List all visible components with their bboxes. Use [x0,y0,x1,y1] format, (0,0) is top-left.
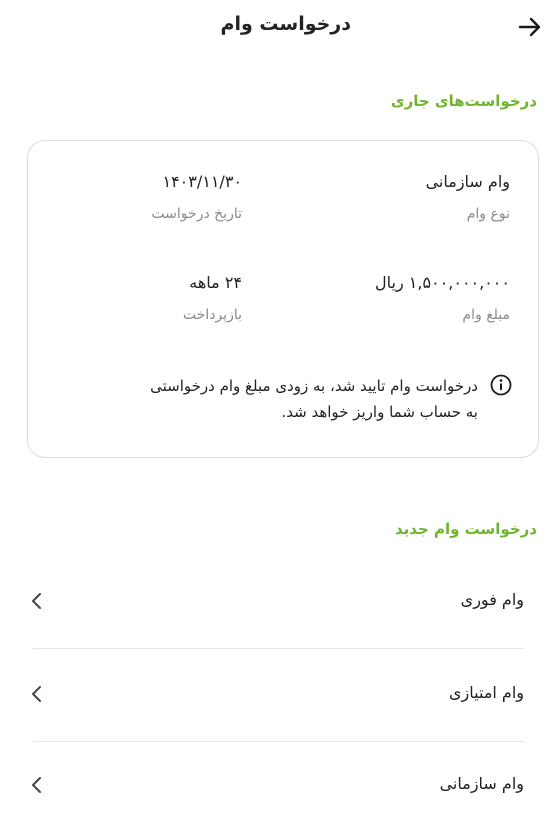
request-date-value: ۱۴۰۳/۱۱/۳۰ [162,172,242,191]
repayment-label: بازپرداخت [182,307,242,323]
arrow-right-icon [518,17,541,37]
loan-amount-label: مبلغ وام [462,307,510,323]
back-button[interactable] [515,12,545,42]
request-date-label: تاریخ درخواست [151,206,242,222]
new-request-title: درخواست وام جدید [395,520,537,538]
status-note: درخواست وام تایید شد، به زودی مبلغ وام د… [82,373,512,425]
status-note-line-1: درخواست وام تایید شد، به زودی مبلغ وام د… [150,377,478,395]
option-instant-loan[interactable]: وام فوری [32,556,524,648]
chevron-left-icon [32,777,41,793]
option-privilege-loan[interactable]: وام امتیازی [32,649,524,741]
status-note-line-2: به حساب شما واریز خواهد شد. [281,403,478,421]
loan-type-label: نوع وام [466,206,510,222]
status-note-text: درخواست وام تایید شد، به زودی مبلغ وام د… [150,373,478,425]
loan-amount-value: ۱,۵۰۰,۰۰۰,۰۰۰ ریال [375,273,510,292]
info-circle-icon [490,374,512,396]
option-label: وام فوری [460,590,524,609]
request-date-field: ۱۴۰۳/۱۱/۳۰ تاریخ درخواست [151,171,242,223]
current-request-card: وام سازمانی نوع وام ۱۴۰۳/۱۱/۳۰ تاریخ درخ… [27,140,539,458]
option-label: وام امتیازی [449,683,524,702]
app-header: درخواست وام [0,0,557,56]
current-requests-title: درخواست‌های جاری [390,92,537,110]
page-title: درخواست وام [220,13,351,35]
loan-type-value: وام سازمانی [425,172,510,191]
loan-amount-field: ۱,۵۰۰,۰۰۰,۰۰۰ ریال مبلغ وام [375,272,510,324]
repayment-value: ۲۴ ماهه [189,273,242,292]
option-label: وام سازمانی [439,774,524,793]
option-organizational-loan[interactable]: وام سازمانی [32,740,524,832]
chevron-left-icon [32,593,41,609]
repayment-field: ۲۴ ماهه بازپرداخت [183,272,242,324]
loan-type-field: وام سازمانی نوع وام [426,171,510,223]
chevron-left-icon [32,686,41,702]
